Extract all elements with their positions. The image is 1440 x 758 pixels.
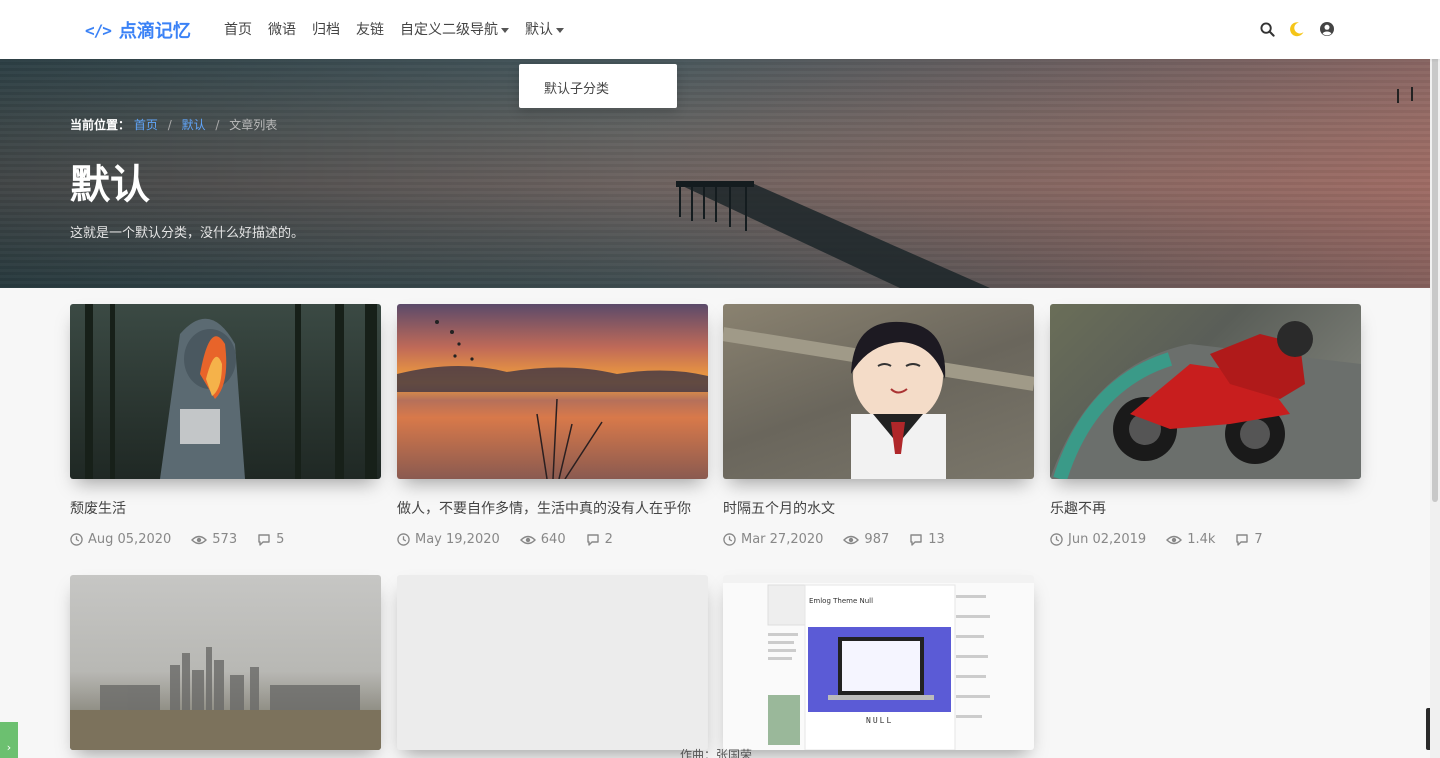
nav-item-weiyu[interactable]: 微语 (268, 19, 296, 39)
nav-icons (1246, 20, 1336, 38)
breadcrumb: 当前位置： 首页 / 默认 / 文章列表 (70, 118, 278, 132)
clock-icon (723, 533, 736, 546)
post-date: Jun 02,2019 (1068, 532, 1147, 547)
side-toggle-button[interactable]: › (0, 722, 18, 758)
page-title: 默认 (70, 162, 150, 208)
comment-icon (910, 534, 922, 546)
clock-icon (1050, 533, 1063, 546)
post-card[interactable] (397, 575, 708, 750)
breadcrumb-label: 当前位置： (70, 118, 131, 132)
post-views: 1.4k (1187, 532, 1216, 547)
post-thumbnail[interactable] (70, 304, 381, 479)
post-comments: 7 (1254, 532, 1263, 547)
post-title[interactable]: 做人，不要自作多情，生活中真的没有人在乎你 (397, 498, 708, 518)
eye-icon (843, 535, 860, 544)
nav-item-default[interactable]: 默认 (525, 19, 564, 39)
post-thumbnail[interactable] (397, 575, 708, 750)
post-title[interactable]: 颓废生活 (70, 498, 381, 518)
comment-icon (586, 534, 599, 546)
post-comments: 13 (928, 532, 945, 547)
music-credit: 作曲：张国荣 (680, 748, 753, 758)
post-thumbnail[interactable] (1050, 304, 1361, 479)
default-dropdown-menu: 默认子分类 (519, 64, 677, 108)
post-thumbnail[interactable] (723, 304, 1034, 479)
post-title[interactable]: 乐趣不再 (1050, 498, 1361, 518)
post-views: 573 (212, 532, 238, 547)
search-icon[interactable] (1258, 20, 1276, 38)
post-views: 640 (540, 532, 566, 547)
post-thumbnail[interactable]: Emlog Theme Null NULL (723, 575, 1034, 750)
breadcrumb-home-link[interactable]: 首页 (134, 118, 158, 132)
top-navbar: </> 点滴记忆 首页 微语 归档 友链 自定义二级导航 默认 (0, 0, 1440, 59)
site-logo[interactable]: </> 点滴记忆 (85, 17, 191, 43)
nav-item-archive[interactable]: 归档 (312, 19, 340, 39)
category-hero-banner: 当前位置： 首页 / 默认 / 文章列表 默认 这就是一个默认分类，没什么好描述… (0, 59, 1430, 288)
post-meta: Mar 27,2020 987 13 (723, 532, 1034, 547)
pier-image (676, 87, 1413, 288)
post-meta: Aug 05,2020 573 5 (70, 532, 381, 547)
scrollbar[interactable] (1430, 0, 1440, 758)
eye-icon (519, 535, 536, 544)
eye-icon (1166, 535, 1183, 544)
site-name: 点滴记忆 (118, 21, 191, 42)
post-thumbnail[interactable] (70, 575, 381, 750)
post-comments: 2 (604, 532, 613, 547)
breadcrumb-current: 文章列表 (229, 118, 278, 132)
main-menu: 首页 微语 归档 友链 自定义二级导航 默认 (224, 19, 580, 39)
caret-down-icon (501, 27, 509, 33)
breadcrumb-category-link[interactable]: 默认 (182, 118, 206, 132)
post-card[interactable]: Emlog Theme Null NULL (723, 575, 1034, 750)
post-date: May 19,2020 (415, 532, 500, 547)
eye-icon (191, 535, 208, 544)
post-title[interactable]: 时隔五个月的水文 (723, 498, 1034, 518)
clock-icon (397, 533, 410, 546)
nav-item-custom-submenu[interactable]: 自定义二级导航 (400, 19, 509, 39)
post-views: 987 (864, 532, 890, 547)
post-date: Aug 05,2020 (88, 532, 172, 547)
post-card[interactable]: 乐趣不再 Jun 02,2019 1.4k 7 (1050, 304, 1361, 547)
comment-icon (1236, 534, 1249, 546)
code-icon: </> (85, 20, 112, 40)
clock-icon (70, 533, 83, 546)
post-card[interactable]: 颓废生活 Aug 05,2020 573 5 (70, 304, 381, 547)
scrollbar-thumb[interactable] (1432, 2, 1438, 502)
user-icon[interactable] (1318, 20, 1336, 38)
post-card[interactable]: 时隔五个月的水文 Mar 27,2020 987 13 (723, 304, 1034, 547)
nav-item-home[interactable]: 首页 (224, 19, 252, 39)
post-date: Mar 27,2020 (741, 532, 824, 547)
category-description: 这就是一个默认分类，没什么好描述的。 (70, 226, 305, 241)
moon-icon[interactable] (1288, 20, 1306, 38)
screenshot-laptop-label: NULL (866, 716, 894, 725)
post-thumbnail[interactable] (397, 304, 708, 479)
nav-item-links[interactable]: 友链 (356, 19, 384, 39)
caret-down-icon (556, 27, 564, 33)
post-meta: Jun 02,2019 1.4k 7 (1050, 532, 1361, 547)
comment-icon (258, 534, 270, 546)
screenshot-title: Emlog Theme Null (809, 597, 874, 605)
post-card[interactable] (70, 575, 381, 750)
post-card[interactable]: 做人，不要自作多情，生活中真的没有人在乎你 May 19,2020 640 2 (397, 304, 708, 547)
post-comments: 5 (276, 532, 285, 547)
post-meta: May 19,2020 640 2 (397, 532, 708, 547)
dropdown-item-default-subcategory[interactable]: 默认子分类 (544, 82, 609, 97)
